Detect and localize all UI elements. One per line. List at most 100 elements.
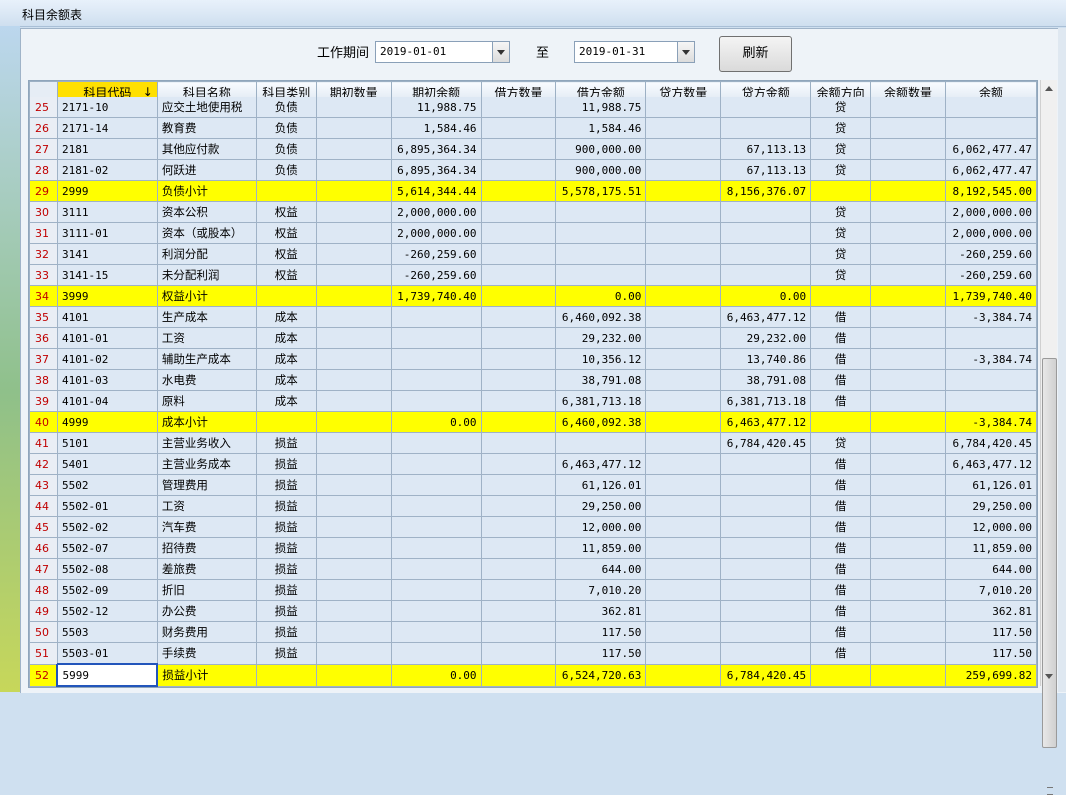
cell-ob[interactable]: 2,000,000.00 — [390, 201, 482, 223]
cell-da[interactable]: 900,000.00 — [555, 138, 647, 160]
cell-bal[interactable]: 1,739,740.40 — [944, 285, 1037, 307]
scroll-down-icon[interactable] — [1045, 674, 1053, 679]
cell-ca[interactable]: 6,784,420.45 — [720, 663, 812, 687]
cell-code[interactable]: 3141 — [56, 243, 158, 265]
cell-code[interactable]: 4101-04 — [56, 390, 158, 412]
cell-ob[interactable] — [390, 453, 482, 475]
cell-dir[interactable]: 借 — [810, 495, 872, 517]
cell-da[interactable]: 6,460,092.38 — [555, 306, 647, 328]
cell-ob[interactable]: 6,895,364.34 — [390, 159, 482, 181]
cell-cat[interactable]: 损益 — [255, 579, 317, 601]
cell-ob[interactable]: 6,895,364.34 — [390, 138, 482, 160]
cell-ob[interactable]: 11,988.75 — [390, 96, 482, 118]
cell-da[interactable]: 11,988.75 — [555, 96, 647, 118]
cell-dir[interactable]: 借 — [810, 474, 872, 496]
cell-code[interactable]: 2171-10 — [56, 96, 158, 118]
cell-bal[interactable]: -3,384.74 — [944, 348, 1037, 370]
cell-bal[interactable] — [944, 369, 1037, 391]
cell-name[interactable]: 办公费 — [156, 600, 257, 622]
row-number[interactable]: 33 — [29, 264, 58, 286]
cell-cat[interactable] — [255, 285, 317, 307]
cell-bal[interactable]: 362.81 — [944, 600, 1037, 622]
table-row[interactable]: 35 4101 生产成本 成本 6,460,092.38 6,463,477.12 借 -3,… — [29, 306, 1037, 328]
cell-bal[interactable] — [944, 96, 1037, 118]
cell-name[interactable]: 资本（或股本） — [156, 222, 257, 244]
row-number[interactable]: 35 — [29, 306, 58, 328]
cell-da[interactable]: 7,010.20 — [555, 579, 647, 601]
cell-bq[interactable] — [870, 621, 946, 643]
cell-cat[interactable]: 负债 — [255, 117, 317, 139]
cell-name[interactable]: 手续费 — [156, 642, 257, 665]
cell-cq[interactable] — [645, 495, 722, 517]
cell-oq[interactable] — [315, 138, 392, 160]
cell-oq[interactable] — [315, 96, 392, 118]
table-row[interactable]: 30 3111 资本公积 权益 2,000,000.00 贷 2,000,000.00 — [29, 201, 1037, 223]
cell-dir[interactable]: 贷 — [810, 264, 872, 286]
cell-cat[interactable]: 损益 — [255, 453, 317, 475]
cell-bq[interactable] — [870, 159, 946, 181]
cell-ob[interactable]: 1,584.46 — [390, 117, 482, 139]
cell-dir[interactable]: 贷 — [810, 222, 872, 244]
cell-cq[interactable] — [645, 663, 722, 687]
cell-name[interactable]: 工资 — [156, 327, 257, 349]
cell-bq[interactable] — [870, 264, 946, 286]
cell-cat[interactable]: 损益 — [255, 537, 317, 559]
cell-dq[interactable] — [480, 369, 557, 391]
cell-oq[interactable] — [315, 369, 392, 391]
cell-ob[interactable] — [390, 306, 482, 328]
cell-ob[interactable] — [390, 348, 482, 370]
cell-bal[interactable]: 6,463,477.12 — [944, 453, 1037, 475]
table-row[interactable]: 48 5502-09 折旧 损益 7,010.20 借 7,010.20 — [29, 579, 1037, 601]
cell-bal[interactable] — [944, 390, 1037, 412]
cell-ca[interactable] — [720, 201, 812, 223]
cell-dq[interactable] — [480, 327, 557, 349]
cell-bq[interactable] — [870, 348, 946, 370]
row-number[interactable]: 34 — [29, 285, 58, 307]
cell-dq[interactable] — [480, 222, 557, 244]
cell-cq[interactable] — [645, 432, 722, 454]
table-row[interactable]: 45 5502-02 汽车费 损益 12,000.00 借 12,000.00 — [29, 516, 1037, 538]
cell-ca[interactable] — [720, 474, 812, 496]
row-number[interactable]: 45 — [29, 516, 58, 538]
cell-cq[interactable] — [645, 600, 722, 622]
row-number[interactable]: 38 — [29, 369, 58, 391]
cell-code[interactable]: 5999 — [56, 663, 159, 687]
cell-oq[interactable] — [315, 264, 392, 286]
table-row[interactable]: 27 2181 其他应付款 负债 6,895,364.34 900,000.00 67,11… — [29, 138, 1037, 160]
cell-code[interactable]: 5502-09 — [56, 579, 158, 601]
row-number[interactable]: 51 — [29, 642, 58, 665]
cell-bq[interactable] — [870, 117, 946, 139]
cell-dir[interactable] — [810, 411, 872, 433]
cell-dq[interactable] — [480, 621, 557, 643]
cell-bq[interactable] — [870, 411, 946, 433]
table-row[interactable]: 44 5502-01 工资 损益 29,250.00 借 29,250.00 — [29, 495, 1037, 517]
cell-bal[interactable]: -3,384.74 — [944, 306, 1037, 328]
cell-bq[interactable] — [870, 390, 946, 412]
cell-code[interactable]: 4101-03 — [56, 369, 158, 391]
cell-oq[interactable] — [315, 285, 392, 307]
cell-da[interactable]: 6,463,477.12 — [555, 453, 647, 475]
cell-ca[interactable]: 6,381,713.18 — [720, 390, 812, 412]
cell-code[interactable]: 5401 — [56, 453, 158, 475]
row-number[interactable]: 42 — [29, 453, 58, 475]
cell-cat[interactable]: 损益 — [255, 495, 317, 517]
cell-cq[interactable] — [645, 117, 722, 139]
cell-cat[interactable]: 成本 — [255, 306, 317, 328]
cell-ob[interactable] — [390, 537, 482, 559]
row-number[interactable]: 37 — [29, 348, 58, 370]
cell-da[interactable]: 644.00 — [555, 558, 647, 580]
cell-code[interactable]: 4101-02 — [56, 348, 158, 370]
cell-ca[interactable] — [720, 579, 812, 601]
cell-oq[interactable] — [315, 159, 392, 181]
cell-da[interactable] — [555, 201, 647, 223]
row-number[interactable]: 28 — [29, 159, 58, 181]
cell-bal[interactable]: 11,859.00 — [944, 537, 1037, 559]
cell-name[interactable]: 成本小计 — [156, 411, 257, 433]
cell-ob[interactable]: 0.00 — [390, 411, 482, 433]
cell-oq[interactable] — [315, 327, 392, 349]
cell-dq[interactable] — [480, 390, 557, 412]
cell-code[interactable]: 2171-14 — [56, 117, 158, 139]
cell-ob[interactable] — [390, 327, 482, 349]
cell-name[interactable]: 原料 — [156, 390, 257, 412]
cell-cat[interactable]: 负债 — [255, 96, 317, 118]
